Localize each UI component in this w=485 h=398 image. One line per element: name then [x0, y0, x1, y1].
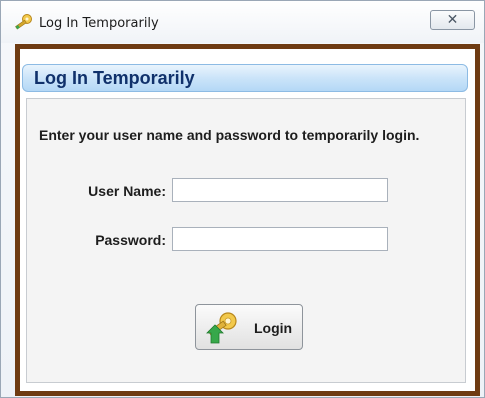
password-label: Password: [95, 232, 166, 248]
title-bar[interactable]: Log In Temporarily ✕ [1, 1, 484, 43]
username-label: User Name: [88, 183, 166, 199]
password-input[interactable] [172, 227, 388, 251]
window-title: Log In Temporarily [39, 16, 159, 31]
dialog-heading: Log In Temporarily [34, 68, 195, 88]
key-icon [206, 312, 237, 344]
close-icon: ✕ [446, 12, 459, 28]
username-input[interactable] [172, 178, 388, 202]
dialog-window: Log In Temporarily ✕ Log In Temporarily … [0, 0, 485, 398]
key-icon [15, 14, 32, 30]
login-button-label: Login [254, 320, 293, 336]
close-button[interactable]: ✕ [430, 10, 475, 30]
dialog-header: Log In Temporarily [22, 64, 468, 92]
instruction-text: Enter your user name and password to tem… [39, 127, 420, 143]
login-button[interactable]: Login [195, 304, 303, 350]
